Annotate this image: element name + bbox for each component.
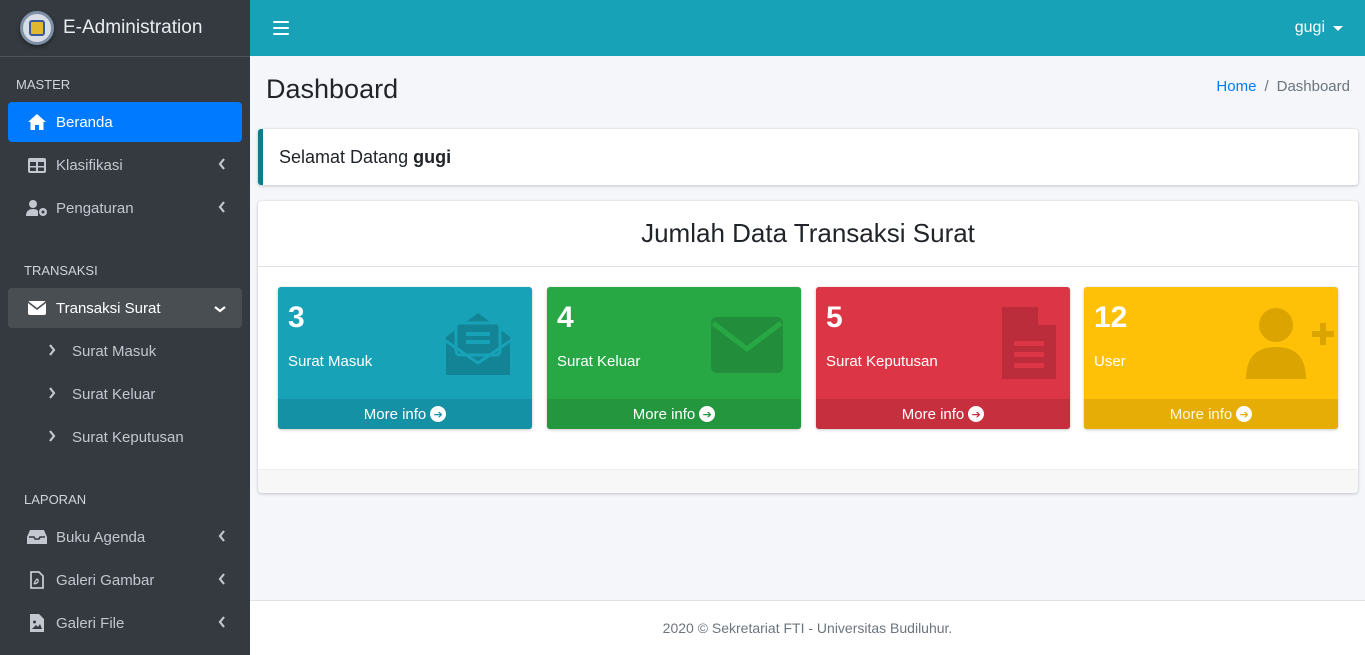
card-title: Jumlah Data Transaksi Surat — [258, 201, 1358, 267]
angle-right-icon — [48, 386, 62, 403]
table-icon — [26, 156, 48, 174]
sidebar-subitem-surat-keputusan[interactable]: Surat Keputusan — [8, 417, 242, 457]
more-info-label: More info — [632, 405, 696, 423]
angle-left-icon — [218, 572, 226, 589]
brand-title: E-Administration — [63, 17, 203, 38]
angle-left-icon — [218, 529, 226, 546]
envelope-icon — [26, 299, 48, 317]
arrow-circle-right-icon: ➔ — [430, 406, 447, 422]
user-name: gugi — [1294, 19, 1325, 36]
angle-right-icon — [48, 429, 62, 446]
sidebar-item-label: Beranda — [56, 113, 113, 131]
more-info-link[interactable]: More info ➔ — [816, 399, 1070, 429]
card-footer — [258, 469, 1358, 493]
welcome-text: Selamat Datang — [279, 146, 409, 167]
sidebar-item-label: Pengaturan — [56, 199, 134, 217]
sidebar-item-buku-agenda[interactable]: Buku Agenda — [8, 517, 242, 557]
stat-box-user: 12 User More info ➔ — [1084, 287, 1338, 429]
stat-value: 3 — [288, 301, 305, 334]
page-footer: 2020 © Sekretariat FTI - Universitas Bud… — [250, 600, 1365, 655]
sidebar-item-label: Transaksi Surat — [56, 299, 161, 317]
arrow-circle-right-icon: ➔ — [968, 406, 985, 422]
sidebar-item-label: Buku Agenda — [56, 528, 146, 546]
page-title: Dashboard — [266, 74, 399, 104]
nav-header-transaksi: TRANSAKSI — [24, 263, 98, 278]
user-plus-icon — [1244, 307, 1334, 379]
angle-left-icon — [218, 615, 226, 632]
sidebar-item-galeri-file[interactable]: Galeri File — [8, 603, 242, 643]
users-cog-icon — [26, 199, 48, 217]
file-image-icon — [26, 614, 48, 632]
footer-text: 2020 © Sekretariat FTI - Universitas Bud… — [662, 620, 953, 636]
brand-logo — [20, 11, 54, 45]
welcome-user: gugi — [413, 146, 452, 167]
angle-left-icon — [218, 157, 226, 174]
welcome-callout: Selamat Datang gugi — [258, 129, 1358, 185]
sidebar-subitem-surat-masuk[interactable]: Surat Masuk — [8, 331, 242, 371]
stat-label: Surat Keputusan — [826, 353, 938, 370]
sidebar-item-label: Galeri Gambar — [56, 571, 155, 589]
stat-label: Surat Keluar — [557, 353, 641, 370]
stat-label: Surat Masuk — [288, 353, 373, 370]
sidebar-item-label: Surat Keluar — [72, 385, 156, 403]
arrow-circle-right-icon: ➔ — [1236, 406, 1253, 422]
breadcrumb-current: Dashboard — [1276, 78, 1350, 95]
sidebar-item-pengaturan[interactable]: Pengaturan — [8, 188, 242, 228]
file-alt-icon — [976, 307, 1056, 379]
sidebar-subitem-surat-keluar[interactable]: Surat Keluar — [8, 374, 242, 414]
sidebar-item-label: Klasifikasi — [56, 156, 123, 174]
sidebar-item-label: Galeri File — [56, 614, 125, 632]
stat-box-surat-keluar: 4 Surat Keluar More info ➔ — [547, 287, 801, 429]
sidebar-item-label: Surat Keputusan — [72, 428, 184, 446]
breadcrumb-separator: / — [1264, 78, 1269, 95]
more-info-label: More info — [901, 405, 965, 423]
envelope-open-text-icon — [438, 307, 518, 379]
stat-value: 4 — [557, 301, 574, 334]
user-dropdown[interactable]: gugi — [1295, 19, 1343, 37]
more-info-link[interactable]: More info ➔ — [547, 399, 801, 429]
angle-right-icon — [48, 343, 62, 360]
caret-down-icon — [1333, 25, 1343, 31]
nav-header-master: MASTER — [16, 77, 71, 92]
nav-header-laporan: LAPORAN — [24, 492, 87, 507]
sidebar-item-klasifikasi[interactable]: Klasifikasi — [8, 145, 242, 185]
hamburger-menu-icon[interactable] — [273, 21, 289, 35]
angle-left-icon — [218, 200, 226, 217]
file-pdf-icon — [26, 571, 48, 589]
breadcrumb-home-link[interactable]: Home — [1216, 78, 1256, 95]
breadcrumb: Home / Dashboard — [1216, 78, 1350, 95]
more-info-label: More info — [1169, 405, 1233, 423]
more-info-label: More info — [363, 405, 427, 423]
sidebar-item-label: Surat Masuk — [72, 342, 157, 360]
brand-link[interactable]: E-Administration — [0, 0, 250, 57]
more-info-link[interactable]: More info ➔ — [1084, 399, 1338, 429]
sidebar-item-transaksi-surat[interactable]: Transaksi Surat — [8, 288, 242, 328]
transaction-summary-card: Jumlah Data Transaksi Surat 3 Surat Masu… — [258, 201, 1358, 493]
stat-value: 5 — [826, 301, 843, 334]
sidebar-item-galeri-gambar[interactable]: Galeri Gambar — [8, 560, 242, 600]
top-navbar: gugi — [250, 0, 1365, 56]
sidebar-item-beranda[interactable]: Beranda — [8, 102, 242, 142]
arrow-circle-right-icon: ➔ — [699, 406, 716, 422]
home-icon — [26, 113, 48, 131]
stat-label: User — [1094, 353, 1126, 370]
inbox-icon — [26, 528, 48, 546]
stat-box-surat-keputusan: 5 Surat Keputusan More info ➔ — [816, 287, 1070, 429]
stat-box-surat-masuk: 3 Surat Masuk More info ➔ — [278, 287, 532, 429]
angle-down-icon — [214, 300, 226, 317]
stat-value: 12 — [1094, 301, 1128, 334]
more-info-link[interactable]: More info ➔ — [278, 399, 532, 429]
envelope-icon — [707, 307, 787, 379]
sidebar: E-Administration MASTER Beranda Klasifik… — [0, 0, 250, 655]
